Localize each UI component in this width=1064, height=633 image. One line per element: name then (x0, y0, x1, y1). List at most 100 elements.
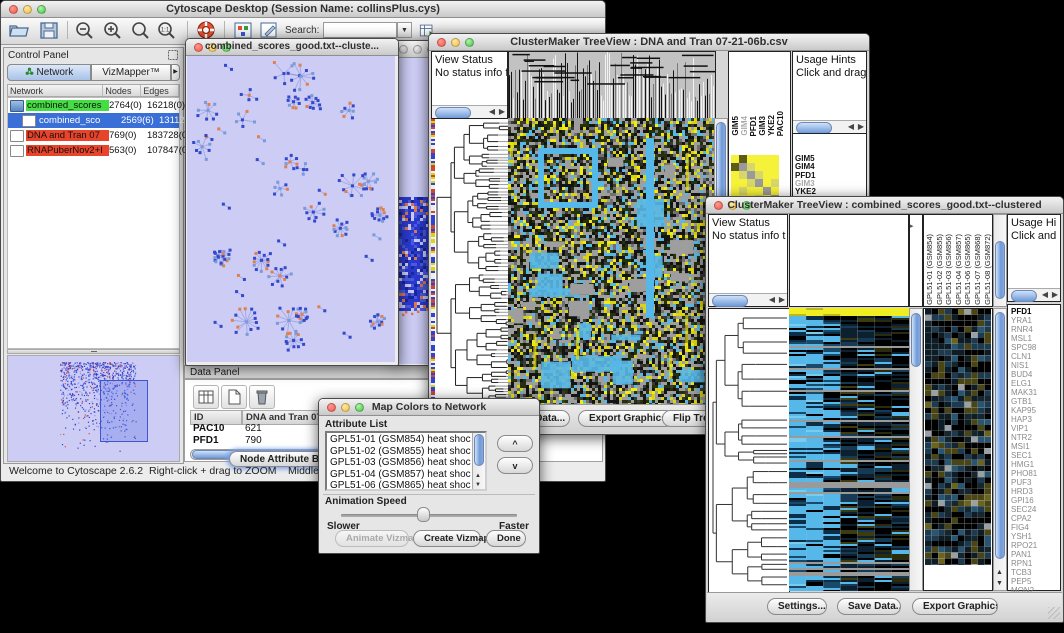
main-titlebar[interactable]: Cytoscape Desktop (Session Name: collins… (1, 1, 605, 18)
done-button[interactable]: Done (486, 530, 526, 547)
tv1-column-label[interactable]: PAC10 (776, 111, 785, 136)
tab-vizmapper[interactable]: VizMapper™ (91, 64, 171, 81)
map-dialog-titlebar[interactable]: Map Colors to Network (319, 399, 539, 416)
attribute-list-item[interactable]: GPL51-01 (GSM854) heat shock 05 min (328, 434, 471, 446)
hscroll-thumb[interactable] (1011, 290, 1037, 302)
hscroll-thumb[interactable] (712, 295, 748, 307)
matrix-cell[interactable] (731, 171, 739, 179)
search-dropdown-arrow[interactable]: ▼ (397, 22, 412, 38)
gene-label[interactable]: PEP5 (1011, 577, 1037, 586)
map-colors-dialog[interactable]: Map Colors to Network Attribute List GPL… (318, 398, 540, 554)
matrix-cell[interactable] (731, 163, 739, 171)
col-header-nodes[interactable]: Nodes (103, 85, 141, 96)
animate-vizmap-button[interactable]: Animate Vizmap (335, 530, 409, 547)
tv2-usage-hints-hscrollbar[interactable]: ◀▶ (1008, 288, 1060, 301)
gene-label[interactable]: MAK31 (1011, 388, 1037, 397)
open-folder-icon[interactable] (7, 20, 31, 41)
matrix-cell[interactable] (763, 155, 771, 163)
tv2-labels-vscrollbar[interactable] (993, 214, 1007, 307)
zoom-in-icon[interactable] (101, 20, 125, 41)
col-header-network[interactable]: Network (8, 85, 103, 96)
scroll-up-arrow[interactable]: ▲ (475, 473, 481, 479)
matrix-cell[interactable] (771, 171, 779, 179)
tv2-column-label[interactable]: GPL51-06 (GSM865) (963, 234, 973, 305)
gene-label[interactable]: TCB3 (1011, 568, 1037, 577)
gene-label[interactable]: CPA2 (1011, 514, 1037, 523)
matrix-cell[interactable] (731, 179, 739, 187)
gene-label[interactable]: PHO81 (1011, 469, 1037, 478)
matrix-cell[interactable] (755, 171, 763, 179)
move-down-button[interactable]: v (497, 457, 533, 474)
birdseye-view-canvas[interactable] (7, 355, 180, 462)
tv2-column-label[interactable]: GPL51-01 (GSM854) (925, 234, 935, 305)
tv1-view-status-hscrollbar[interactable]: ◀▶ (432, 105, 507, 118)
gene-label[interactable]: MSL1 (1011, 334, 1037, 343)
matrix-cell[interactable] (771, 179, 779, 187)
network-list-row[interactable]: DNA and Tran 07769(0)183728(0) (8, 128, 179, 143)
gene-label[interactable]: FIG4 (1011, 523, 1037, 532)
gene-label[interactable]: GTB1 (1011, 397, 1037, 406)
tv2-gene-list[interactable]: PFD1YRA1RNR4MSL1SPC98CLN1NIS1BUD4ELG1MAK… (1007, 304, 1061, 591)
network-list-row[interactable]: RNAPuberNov2+I563(0)107847(0) (8, 143, 179, 158)
matrix-cell[interactable] (755, 155, 763, 163)
scroll-up-arrow[interactable]: ▲ (996, 569, 1003, 576)
tv2-column-label[interactable]: GPL51-02 (GSM855) (935, 234, 945, 305)
matrix-cell[interactable] (755, 179, 763, 187)
tv1-column-dendrogram-canvas[interactable] (508, 51, 716, 121)
zoom-fit-icon[interactable] (129, 20, 153, 41)
matrix-cell[interactable] (731, 155, 739, 163)
network-table-header[interactable]: Network Nodes Edges (7, 84, 180, 97)
tv2-export-graphics-button[interactable]: Export Graphics... (912, 598, 998, 615)
matrix-cell[interactable] (731, 187, 739, 195)
animation-speed-slider-thumb[interactable] (417, 507, 430, 522)
save-icon[interactable] (37, 20, 61, 41)
float-panel-icon[interactable] (167, 49, 179, 61)
gene-label[interactable]: RPN1 (1011, 559, 1037, 568)
network-list-row[interactable]: combined_scores2764(0)16218(0) (8, 98, 179, 113)
gene-label[interactable]: ELG1 (1011, 379, 1037, 388)
matrix-cell[interactable] (739, 155, 747, 163)
gene-label[interactable]: PFD1 (1011, 307, 1037, 316)
matrix-cell[interactable] (771, 155, 779, 163)
matrix-cell[interactable] (763, 163, 771, 171)
tv2-heatmap-vscrollbar[interactable] (909, 308, 923, 591)
gene-label[interactable]: NTR2 (1011, 433, 1037, 442)
gene-label[interactable]: SEC24 (1011, 505, 1037, 514)
attribute-list-item[interactable]: GPL51-02 (GSM855) heat shock 10 min (328, 446, 471, 458)
background-network-grid-canvas[interactable] (396, 197, 432, 319)
tv2-settings-button[interactable]: Settings... (767, 598, 827, 615)
matrix-cell[interactable] (763, 171, 771, 179)
gene-label[interactable]: VIP1 (1011, 424, 1037, 433)
tv2-column-labels[interactable]: GPL51-01 (GSM854)GPL51-02 (GSM855)GPL51-… (923, 214, 993, 307)
matrix-cell[interactable] (747, 163, 755, 171)
tv1-column-labels[interactable]: GIM5GIM4PFD1GIM3YKE2PAC10 (728, 51, 791, 139)
tv1-heatmap-canvas[interactable] (508, 118, 714, 404)
search-input[interactable] (323, 22, 397, 38)
tv1-column-label[interactable]: YKE2 (767, 115, 776, 136)
network-view-titlebar[interactable]: combined_scores_good.txt--cluste... (186, 39, 398, 56)
gene-label[interactable]: KAP95 (1011, 406, 1037, 415)
network-view-window[interactable]: combined_scores_good.txt--cluste... (185, 38, 399, 366)
matrix-cell[interactable] (755, 163, 763, 171)
resize-grip[interactable] (1048, 607, 1060, 619)
gene-label[interactable]: SPC98 (1011, 343, 1037, 352)
zoom-out-icon[interactable] (73, 20, 97, 41)
matrix-cell[interactable] (739, 171, 747, 179)
matrix-cell[interactable] (739, 163, 747, 171)
tv2-zoom-heatmap-canvas[interactable] (925, 309, 991, 565)
gene-label[interactable]: RPO21 (1011, 541, 1037, 550)
attribute-list-vscrollbar[interactable]: ▲ ▼ (472, 433, 485, 489)
tv2-column-label[interactable]: GPL51-07 (GSM868) (973, 234, 983, 305)
vscroll-thumb[interactable] (474, 434, 484, 466)
tv1-column-label[interactable]: GIM5 (731, 116, 740, 136)
attribute-list[interactable]: GPL51-01 (GSM854) heat shock 05 minGPL51… (325, 431, 487, 491)
attribute-list-item[interactable]: GPL51-03 (GSM856) heat shock 15 min (328, 457, 471, 469)
gene-label[interactable]: PUF3 (1011, 478, 1037, 487)
tv2-column-label[interactable]: GPL51-03 (GSM856) (944, 234, 954, 305)
gene-label[interactable]: HAP3 (1011, 415, 1037, 424)
col-header-edges[interactable]: Edges (141, 85, 179, 96)
move-up-button[interactable]: ^ (497, 435, 533, 452)
create-vizmap-button[interactable]: Create Vizmap (413, 530, 481, 547)
tab-overflow-arrow[interactable]: ▶ (171, 64, 180, 81)
gene-label[interactable]: HRD3 (1011, 487, 1037, 496)
